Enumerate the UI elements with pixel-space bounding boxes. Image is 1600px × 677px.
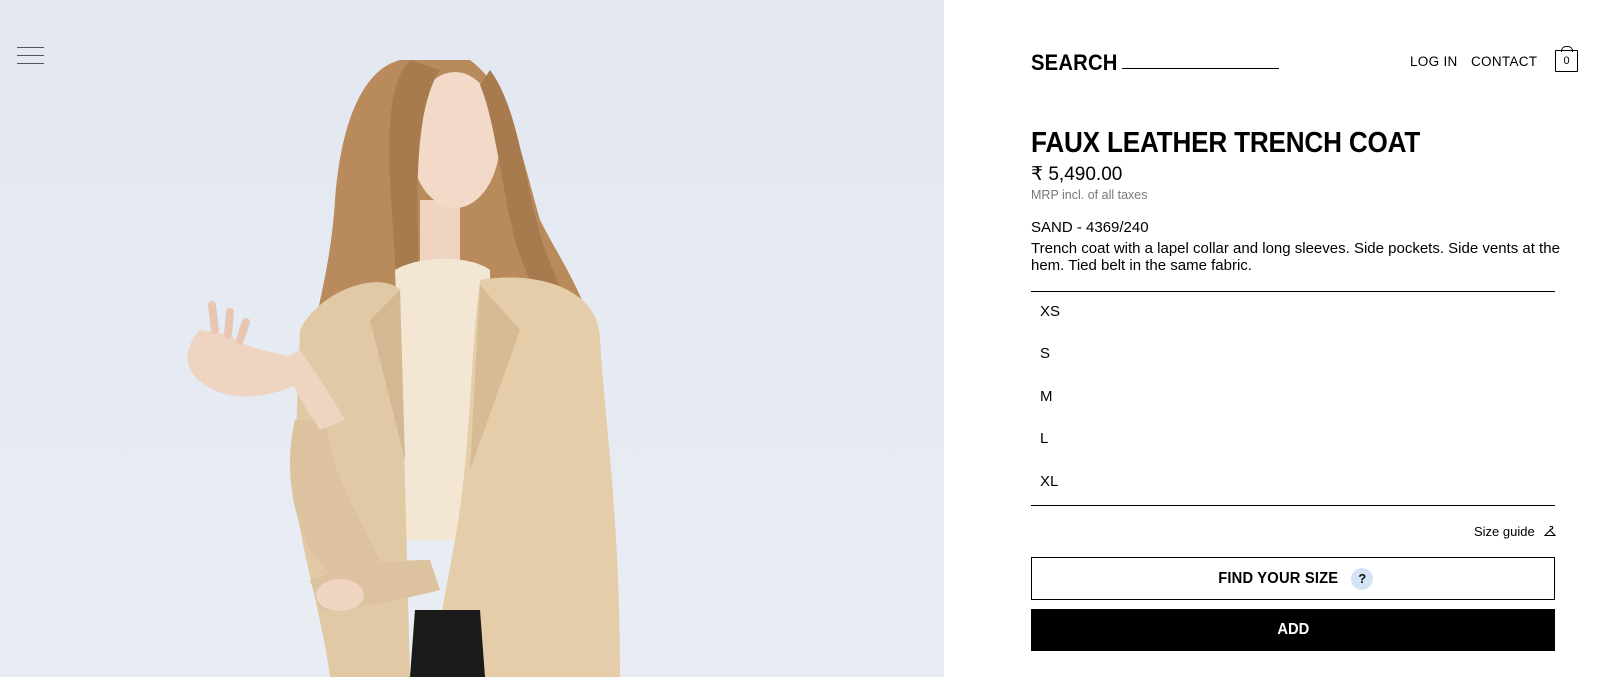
size-option-m[interactable]: M (1040, 388, 1540, 412)
size-option-xs[interactable]: XS (1040, 303, 1540, 327)
add-button-label: ADD (1277, 621, 1309, 638)
tax-note: MRP incl. of all taxes (1031, 188, 1148, 202)
size-guide-link[interactable]: Size guide (1474, 524, 1557, 539)
menu-line (17, 55, 44, 56)
question-icon[interactable]: ? (1351, 567, 1374, 590)
product-title: FAUX LEATHER TRENCH COAT (1031, 127, 1421, 159)
model-illustration (187, 60, 620, 677)
size-option-l[interactable]: L (1040, 430, 1540, 454)
cart-bag-icon[interactable]: 0 (1555, 46, 1578, 72)
search-input[interactable] (1122, 68, 1279, 69)
hamburger-menu-icon[interactable] (17, 47, 44, 65)
size-guide-label: Size guide (1474, 524, 1535, 539)
hanger-icon (1544, 526, 1557, 537)
add-to-cart-button[interactable]: ADD (1031, 609, 1555, 651)
product-description: Trench coat with a lapel collar and long… (1031, 240, 1560, 274)
header-bar: SEARCH LOG IN CONTACT 0 (1031, 46, 1579, 76)
menu-line (17, 63, 44, 64)
color-reference: SAND - 4369/240 (1031, 219, 1149, 236)
size-option-xl[interactable]: XL (1040, 473, 1540, 497)
product-price: ₹ 5,490.00 (1031, 164, 1123, 185)
find-your-size-label: FIND YOUR SIZE (1217, 569, 1339, 587)
size-selector: XS S M L XL (1031, 291, 1555, 506)
size-option-s[interactable]: S (1040, 345, 1540, 369)
search-label[interactable]: SEARCH (1031, 50, 1118, 76)
menu-line (17, 47, 44, 48)
login-link[interactable]: LOG IN (1410, 54, 1458, 69)
cart-count: 0 (1563, 55, 1570, 67)
product-photo (0, 0, 944, 677)
contact-link[interactable]: CONTACT (1471, 54, 1537, 69)
find-your-size-button[interactable]: FIND YOUR SIZE ? (1031, 557, 1555, 600)
